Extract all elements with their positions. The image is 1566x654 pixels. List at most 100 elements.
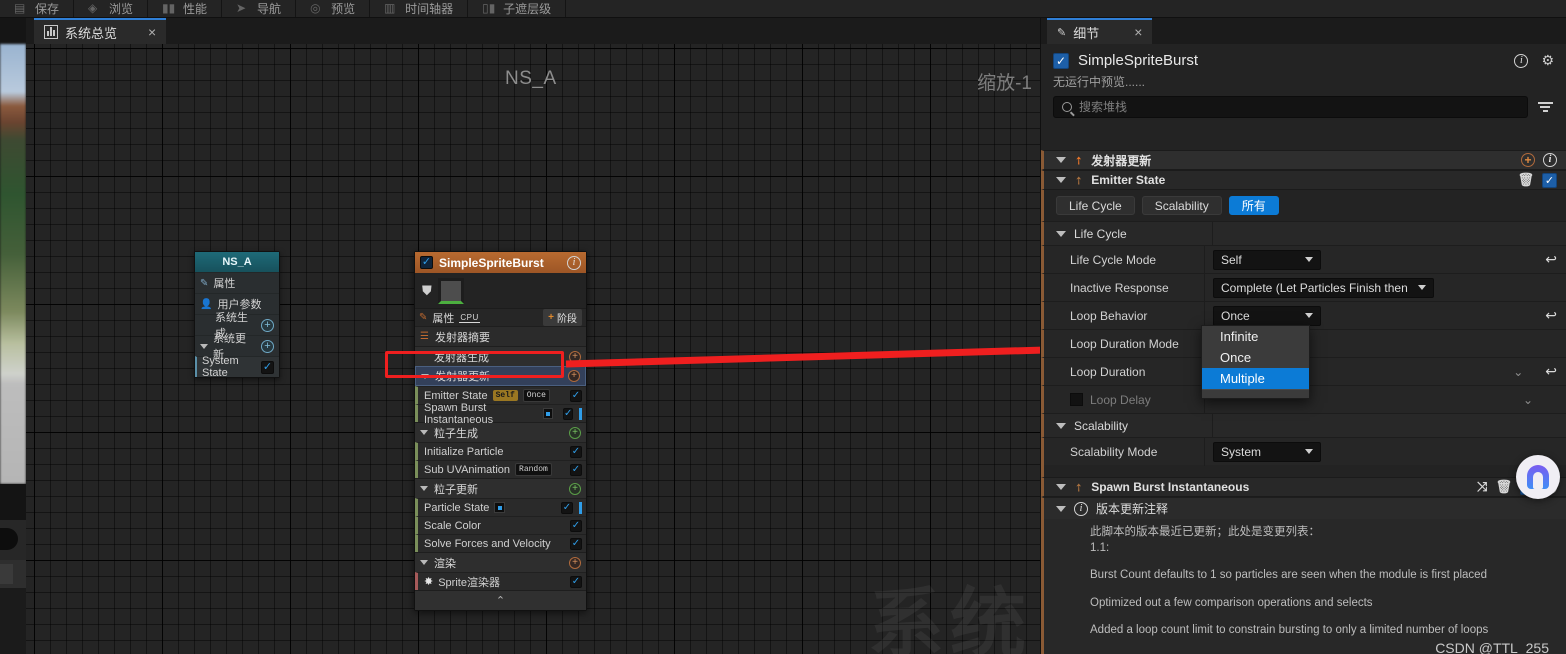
toolbar-item-3[interactable]: ➤ 导航 [222,0,297,17]
emitter-module-solve-forces-and-velocity[interactable]: Solve Forces and Velocity ✓ [415,534,586,552]
module-enabled-checkbox[interactable]: ✓ [570,463,582,476]
scalability-mode-combo[interactable]: System [1213,441,1321,462]
loop-behavior-dropdown[interactable]: Infinite Once Multiple [1201,325,1310,399]
revert-icon[interactable]: ↩ [1545,251,1557,268]
info-icon[interactable]: i [1543,153,1557,167]
dropdown-option-once[interactable]: Once [1202,347,1309,368]
revert-icon[interactable]: ↩ [1545,307,1557,324]
emitter-section-emitter-spawn[interactable]: 发射器生成 + [415,346,586,366]
group-header-spawn-burst-instantaneous[interactable]: ➚ Spawn Burst Instantaneous ⤨ 🗑 ✓ i [1041,477,1566,497]
emitter-module-scale-color[interactable]: Scale Color ✓ [415,516,586,534]
module-enabled-checkbox[interactable]: ✓ [561,501,573,514]
emitter-section-particle-spawn[interactable]: 粒子生成 + [415,422,586,442]
info-icon[interactable]: i [1514,53,1529,68]
details-scroll-area[interactable]: ➚ 发射器更新 + i ➚ Emitter State 🗑 ✓ Life Cyc… [1041,150,1566,654]
person-scale-icon: ⛊ [422,282,432,298]
property-inactive-response[interactable]: Inactive Response Complete (Let Particle… [1041,273,1566,302]
chevron-down-icon[interactable]: ⌄ [1513,365,1523,379]
toolbar-item-2[interactable]: ▮▮ 性能 [148,0,223,17]
toolbar-item-1[interactable]: ◈ 浏览 [74,0,149,17]
tab-close-icon[interactable]: × [1134,24,1142,40]
add-module-icon[interactable]: + [568,370,580,382]
emitter-module-particle-state[interactable]: Particle State ✓ [415,498,586,516]
tab-scalability[interactable]: Scalability [1141,196,1222,215]
search-stack-box[interactable] [1053,96,1528,118]
system-node-module-system-state[interactable]: System State ✓ [195,355,279,379]
object-enabled-checkbox[interactable]: ✓ [1053,52,1069,69]
emitter-section-emitter-update[interactable]: 发射器更新 + [415,366,586,386]
version-notes-header[interactable]: i 版本更新注释 [1041,497,1566,519]
add-module-icon[interactable]: + [569,482,581,495]
group-header-emitter-state[interactable]: ➚ Emitter State 🗑 ✓ [1041,170,1566,190]
emitter-module-sub-uv-animation[interactable]: Sub UVAnimation Random ✓ [415,460,586,478]
system-node-row-properties[interactable]: ✎ 属性 [195,272,279,293]
module-enabled-checkbox[interactable]: ✓ [570,519,582,532]
emitter-section-render[interactable]: 渲染 + [415,552,586,572]
module-enabled-checkbox[interactable]: ✓ [562,407,574,420]
pen-icon: ✎ [200,277,209,289]
toolbar-item-label: 子遮层级 [503,1,552,16]
add-module-icon[interactable]: + [261,339,274,353]
section-scalability[interactable]: Scalability [1041,413,1566,438]
property-scalability-mode[interactable]: Scalability Mode System [1041,437,1566,466]
group-header-emitter-update[interactable]: ➚ 发射器更新 + i [1041,150,1566,170]
dropdown-option-multiple[interactable]: Multiple [1202,368,1309,389]
loop-behavior-combo[interactable]: Once [1213,305,1321,326]
toolbar-item-6[interactable]: ▯▮ 子遮层级 [468,0,567,17]
emitter-properties-row[interactable]: ✎ 属性 CPU + 阶段 [415,308,586,326]
dropdown-option-infinite[interactable]: Infinite [1202,326,1309,347]
plus-circle-icon[interactable]: + [1521,153,1535,167]
chevron-down-icon [1305,449,1313,454]
module-enabled-checkbox[interactable]: ✓ [570,537,582,550]
trash-icon[interactable]: 🗑 [1517,172,1534,188]
module-enabled-checkbox[interactable]: ✓ [570,575,582,588]
tab-life-cycle[interactable]: Life Cycle [1056,196,1135,215]
tab-details[interactable]: ✎ 细节 × [1047,18,1153,44]
module-enabled-checkbox[interactable]: ✓ [1542,172,1557,188]
viewport-preview-strip[interactable] [0,18,26,654]
add-stage-button[interactable]: + 阶段 [543,309,582,326]
tab-close-icon[interactable]: × [148,24,156,40]
toolbar-item-5[interactable]: ▥ 时间轴器 [370,0,469,17]
assistant-avatar-icon[interactable] [1516,455,1560,499]
emitter-enabled-checkbox[interactable]: ✓ [420,256,433,269]
emitter-module-sprite-renderer[interactable]: ✸ Sprite渲染器 ✓ [415,572,586,590]
toolbar-item-0[interactable]: ▤ 保存 [0,0,75,17]
system-node-ns-a[interactable]: NS_A ✎ 属性 👤 用户参数 系统生成 + 系统更新 + System St… [194,251,280,379]
toolbar-item-label: 导航 [257,1,282,16]
emitter-collapse-button[interactable]: ⌃ [415,590,586,610]
emitter-thumbnail[interactable] [437,277,464,304]
emitter-module-spawn-burst-instantaneous[interactable]: Spawn Burst Instantaneous ✓ [415,402,586,426]
emitter-section-particle-update[interactable]: 粒子更新 + [415,478,586,498]
module-enabled-checkbox[interactable]: ✓ [261,360,274,374]
life-cycle-mode-combo[interactable]: Self [1213,249,1321,270]
details-title-row: ✓ SimpleSpriteBurst i ⚙ [1053,52,1554,69]
loop-delay-checkbox[interactable] [1070,393,1083,406]
emitter-summary-row[interactable]: ☰ 发射器摘要 [415,326,586,346]
tab-system-overview[interactable]: 系统总览 × [34,18,167,44]
revert-icon[interactable]: ↩ [1545,363,1557,380]
viewport-divider [0,484,26,520]
property-life-cycle-mode[interactable]: Life Cycle Mode Self ↩ [1041,245,1566,274]
section-life-cycle[interactable]: Life Cycle [1041,221,1566,246]
shuffle-icon[interactable]: ⤨ [1477,479,1487,495]
system-node-section-system-update[interactable]: 系统更新 + [195,333,279,361]
inactive-response-combo[interactable]: Complete (Let Particles Finish then [1213,277,1434,298]
module-enabled-checkbox[interactable]: ✓ [570,445,582,458]
filter-icon[interactable] [1536,102,1554,112]
module-enabled-checkbox[interactable]: ✓ [570,389,582,402]
add-module-icon[interactable]: + [261,318,274,332]
gear-icon[interactable]: ⚙ [1541,52,1554,69]
toolbar-item-4[interactable]: ◎ 预览 [296,0,371,17]
add-module-icon[interactable]: + [569,556,581,569]
emitter-node-simple-sprite-burst[interactable]: ✓ SimpleSpriteBurst i ⛊ ✎ 属性 CPU + 阶段 ☰ … [414,251,587,611]
tab-all[interactable]: 所有 [1228,196,1279,215]
info-icon[interactable]: i [567,255,581,270]
pen-icon: ✎ [419,312,428,323]
trash-icon[interactable]: 🗑 [1495,479,1512,495]
emitter-module-initialize-particle[interactable]: Initialize Particle ✓ [415,442,586,460]
add-module-icon[interactable]: + [569,426,581,439]
chevron-down-icon[interactable]: ⌄ [1523,393,1533,407]
search-input[interactable] [1079,100,1519,114]
add-module-icon[interactable]: + [569,350,581,363]
